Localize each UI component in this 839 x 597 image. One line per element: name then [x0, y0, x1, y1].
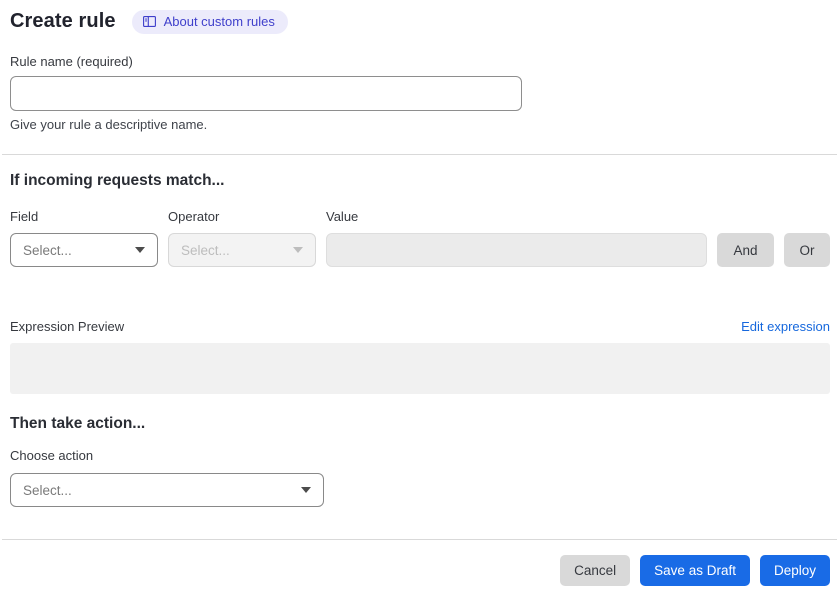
operator-select: Select...: [168, 233, 316, 267]
chevron-down-icon: [301, 487, 311, 493]
operator-select-placeholder: Select...: [181, 242, 230, 258]
and-button[interactable]: And: [717, 233, 774, 267]
match-labels-row: Field Operator Value: [10, 209, 830, 224]
footer-actions: Cancel Save as Draft Deploy: [10, 555, 830, 586]
expression-preview-label: Expression Preview: [10, 319, 125, 334]
page-title: Create rule: [10, 10, 116, 32]
edit-expression-link[interactable]: Edit expression: [741, 319, 830, 334]
chevron-down-icon: [293, 247, 303, 253]
value-input: [326, 233, 707, 267]
action-section-heading: Then take action...: [10, 415, 146, 432]
operator-label: Operator: [168, 209, 220, 224]
expression-preview-box: [10, 343, 830, 394]
choose-action-select[interactable]: Select...: [10, 473, 324, 507]
rule-name-input[interactable]: [10, 76, 522, 111]
save-as-draft-button[interactable]: Save as Draft: [640, 555, 750, 586]
chevron-down-icon: [135, 247, 145, 253]
create-rule-form: Create rule About custom rules Rule name…: [0, 0, 839, 597]
about-custom-rules-label: About custom rules: [163, 13, 275, 29]
field-select[interactable]: Select...: [10, 233, 158, 267]
choose-action-label: Choose action: [10, 448, 94, 463]
section-divider-top: [2, 154, 837, 155]
match-controls-row: Select... Select... And Or: [10, 233, 830, 267]
field-label: Field: [10, 209, 39, 224]
book-icon: [142, 14, 157, 29]
deploy-button[interactable]: Deploy: [759, 555, 830, 586]
header: Create rule About custom rules: [10, 8, 830, 35]
rule-name-label: Rule name (required): [10, 54, 133, 69]
expression-preview-row: Expression Preview Edit expression: [10, 319, 830, 334]
match-section-heading: If incoming requests match...: [10, 172, 225, 189]
choose-action-placeholder: Select...: [23, 482, 72, 498]
value-label: Value: [326, 209, 359, 224]
section-divider-bottom: [2, 539, 837, 540]
or-button[interactable]: Or: [784, 233, 830, 267]
field-select-placeholder: Select...: [23, 242, 72, 258]
cancel-button[interactable]: Cancel: [560, 555, 631, 586]
rule-name-help-text: Give your rule a descriptive name.: [10, 117, 208, 132]
about-custom-rules-link[interactable]: About custom rules: [131, 9, 288, 34]
